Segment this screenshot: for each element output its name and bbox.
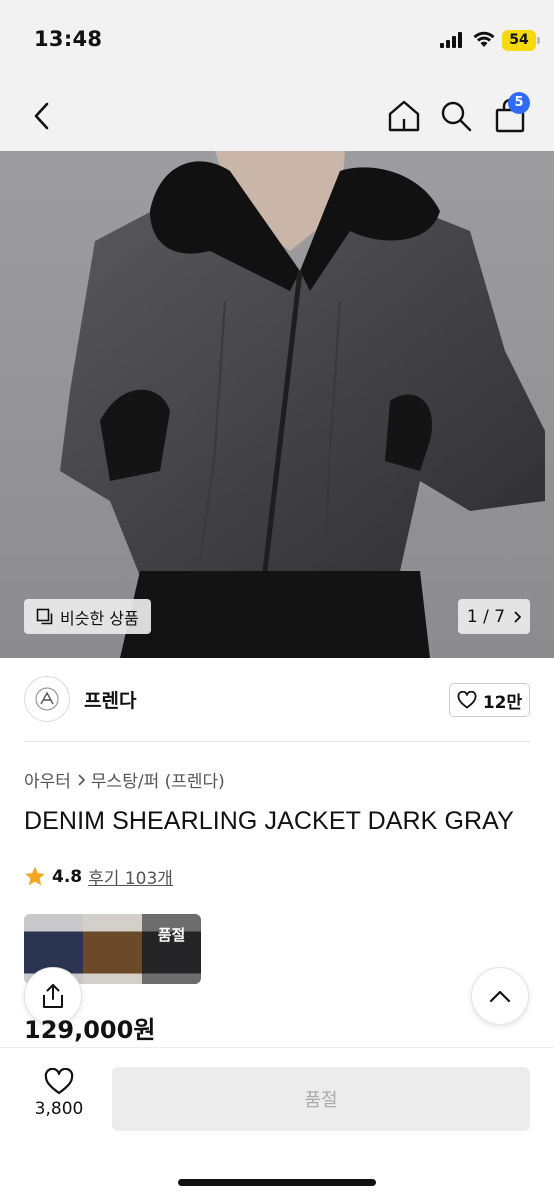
chevron-left-icon bbox=[34, 102, 49, 130]
breadcrumb-category[interactable]: 아우터 bbox=[24, 767, 71, 792]
home-indicator bbox=[178, 1179, 376, 1186]
variant-soldout-label: 품절 bbox=[142, 914, 201, 984]
status-time: 13:48 bbox=[34, 27, 103, 51]
scroll-to-top-button[interactable] bbox=[471, 967, 529, 1025]
wifi-icon bbox=[472, 30, 496, 48]
product-rating: 4.8 후기 103개 bbox=[24, 864, 173, 889]
home-button[interactable] bbox=[382, 94, 426, 138]
brand-name[interactable]: 프렌다 bbox=[84, 686, 136, 713]
brand-like-count: 12만 bbox=[482, 692, 523, 713]
variant-thumbnail-brown[interactable] bbox=[83, 914, 142, 984]
brand-logo[interactable] bbox=[24, 676, 70, 722]
variant-thumbnail-gray[interactable]: 품절 bbox=[142, 914, 201, 984]
reviews-link[interactable]: 후기 103개 bbox=[88, 864, 173, 889]
product-title: DENIM SHEARLING JACKET DARK GRAY bbox=[24, 807, 514, 835]
chevron-right-icon bbox=[514, 610, 522, 623]
product-image[interactable] bbox=[0, 151, 554, 658]
image-pager-button[interactable]: 1 / 7 bbox=[458, 599, 530, 634]
home-icon bbox=[388, 100, 420, 132]
search-icon bbox=[441, 101, 472, 132]
heart-icon bbox=[44, 1068, 74, 1095]
brand-emblem-icon bbox=[35, 687, 59, 711]
back-button[interactable] bbox=[20, 94, 64, 138]
rating-score: 4.8 bbox=[52, 866, 83, 887]
search-button[interactable] bbox=[434, 94, 478, 138]
chevron-up-icon bbox=[489, 990, 511, 1003]
product-price: 129,000원 bbox=[24, 1016, 156, 1044]
breadcrumb: 아우터 무스탕/퍼 (프렌다) bbox=[24, 767, 225, 792]
cart-count-badge: 5 bbox=[508, 92, 530, 114]
copy-icon bbox=[36, 608, 53, 624]
brand-like-button[interactable]: 12만 bbox=[449, 683, 530, 717]
similar-products-button[interactable]: 비슷한 상품 bbox=[24, 599, 151, 634]
similar-products-label: 비슷한 상품 bbox=[60, 608, 139, 628]
section-divider bbox=[24, 741, 530, 742]
image-pager-label: 1 / 7 bbox=[466, 606, 506, 627]
battery-indicator: 54 bbox=[502, 30, 536, 51]
status-bar: 13:48 54 bbox=[0, 0, 554, 80]
wishlist-count: 3,800 bbox=[34, 1099, 84, 1119]
heart-icon bbox=[457, 691, 477, 709]
battery-nub bbox=[537, 37, 540, 44]
wishlist-button[interactable]: 3,800 bbox=[24, 1068, 94, 1130]
signal-icon bbox=[440, 32, 466, 48]
breadcrumb-subcategory[interactable]: 무스탕/퍼 (프렌다) bbox=[91, 767, 225, 792]
buy-button-soldout[interactable]: 품절 bbox=[112, 1067, 530, 1131]
product-photo-illustration bbox=[0, 151, 554, 658]
share-icon bbox=[43, 984, 63, 1008]
chevron-right-icon bbox=[78, 773, 85, 786]
star-icon bbox=[25, 866, 45, 886]
top-navigation bbox=[0, 80, 554, 151]
